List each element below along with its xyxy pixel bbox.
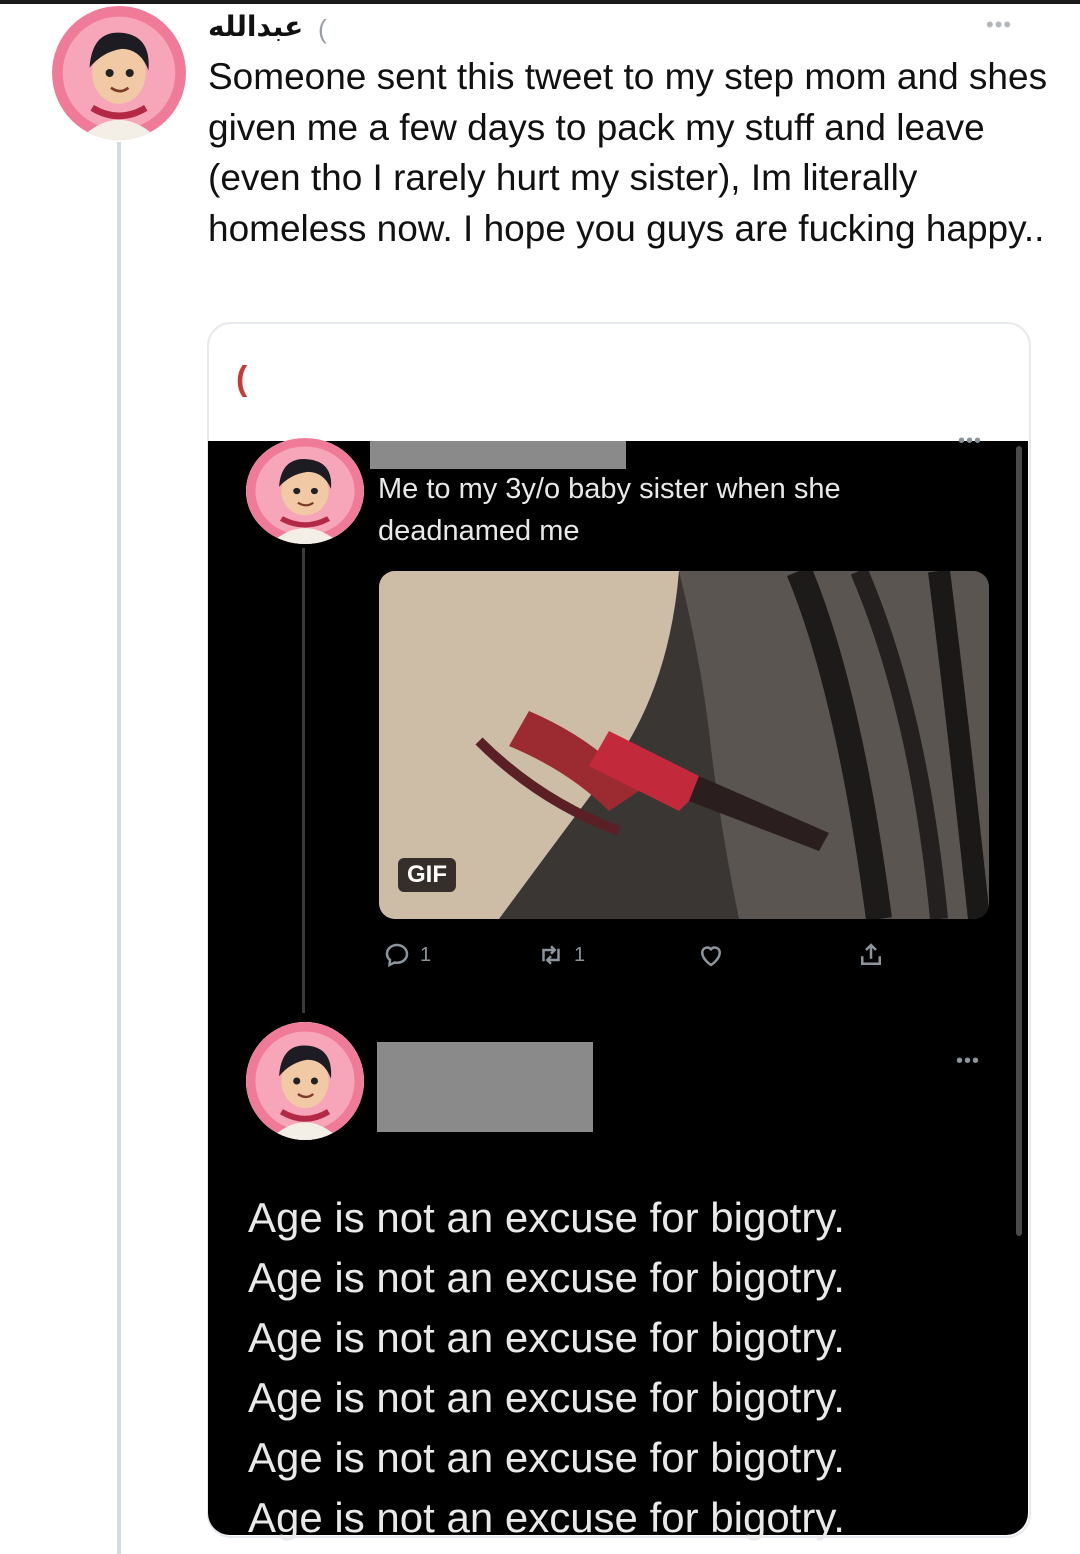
reply-icon [385, 943, 409, 968]
like-action[interactable] [696, 940, 726, 970]
gif-badge: GIF [398, 858, 456, 892]
more-icon[interactable]: ••• [956, 1050, 980, 1073]
avatar-icon [52, 6, 186, 140]
retweet-icon [542, 945, 560, 965]
avatar-icon [246, 438, 364, 544]
bigotry-text: Age is not an excuse for bigotry. Age is… [248, 1188, 1008, 1548]
handle: ( [318, 14, 327, 44]
gif-image [379, 571, 989, 919]
avatar[interactable] [246, 438, 364, 544]
quote-author: ( [236, 360, 248, 398]
avatar-icon [246, 1022, 364, 1140]
retweet-count: 1 [574, 943, 586, 966]
text-line: Age is not an excuse for bigotry. [248, 1374, 845, 1421]
share-icon [861, 943, 881, 965]
thread-line [117, 142, 121, 1554]
gif-media[interactable] [379, 571, 989, 919]
avatar[interactable] [52, 6, 186, 140]
quoted-tweet-text: Me to my 3y/o baby sister when she deadn… [378, 473, 841, 547]
text-line: Age is not an excuse for bigotry. [248, 1314, 845, 1361]
text-line: Age is not an excuse for bigotry. [248, 1194, 845, 1241]
redaction-bar [370, 441, 626, 469]
reply-thread-line [302, 548, 305, 1013]
text-line: Age is not an excuse for bigotry. [248, 1254, 845, 1301]
redaction-bar [377, 1042, 593, 1132]
tweet-text: Someone sent this tweet to my step mom a… [208, 56, 1048, 249]
retweet-action[interactable]: 1 [536, 940, 585, 970]
share-action[interactable] [856, 940, 886, 970]
reply-count: 1 [420, 943, 432, 966]
more-icon[interactable]: ••• [986, 12, 1012, 38]
top-edge [0, 0, 1080, 4]
avatar[interactable] [246, 1022, 364, 1140]
text-line: Age is not an excuse for bigotry. [248, 1494, 845, 1541]
like-icon [700, 946, 722, 967]
text-line: Age is not an excuse for bigotry. [248, 1434, 845, 1481]
display-name[interactable]: عبدالله [208, 10, 303, 43]
reply-action[interactable]: 1 [382, 940, 431, 970]
more-icon[interactable]: ••• [958, 430, 982, 453]
scrollbar[interactable] [1016, 446, 1022, 1236]
